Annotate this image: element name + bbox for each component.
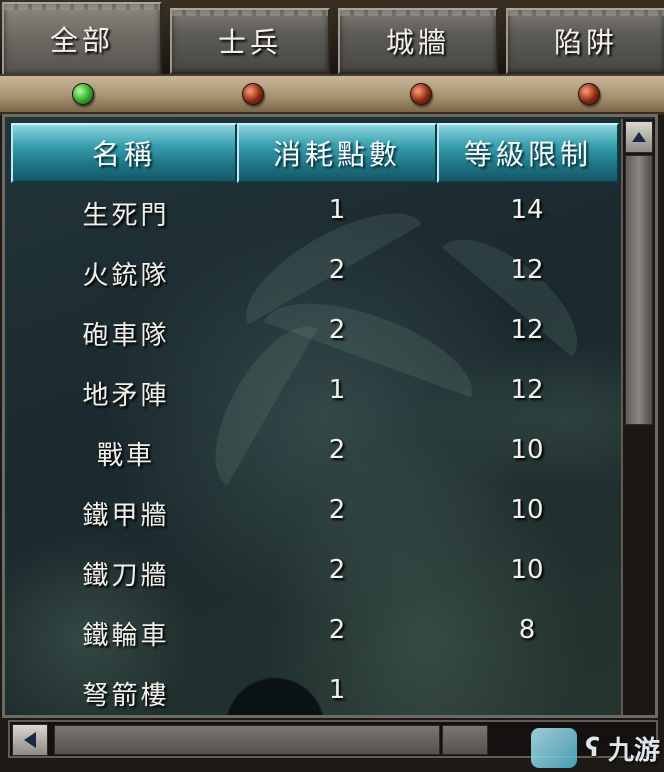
- unit-cost: 1: [328, 675, 346, 705]
- unit-list: 生死門 1 14 火銃隊 2 12 砲車隊 2 12 地矛陣 1 12 戰車 2…: [5, 183, 617, 723]
- indicator-light-traps: [578, 83, 600, 105]
- unit-name: 地矛陣: [82, 381, 170, 411]
- tab-bar: 全部 士兵 城牆 陷阱: [0, 0, 664, 76]
- table-row[interactable]: 砲車隊 2 12: [5, 303, 617, 363]
- scroll-up-button[interactable]: [625, 121, 653, 153]
- unit-cost: 2: [328, 495, 346, 525]
- tab-walls[interactable]: 城牆: [338, 8, 498, 74]
- scroll-left-button[interactable]: [12, 724, 48, 756]
- tab-soldiers[interactable]: 士兵: [170, 8, 330, 74]
- vertical-scrollbar[interactable]: [621, 119, 655, 715]
- watermark-badge-icon: [531, 728, 578, 768]
- column-header-name[interactable]: 名稱: [11, 123, 237, 183]
- indicator-light-walls: [410, 83, 432, 105]
- tab-indicator-strip: [0, 74, 664, 115]
- unit-level: 10: [510, 435, 544, 465]
- table-row[interactable]: 戰車 2 10: [5, 423, 617, 483]
- table-row[interactable]: 生死門 1 14: [5, 183, 617, 243]
- watermark: ʕ 九游: [480, 726, 660, 770]
- arrow-up-icon: [632, 132, 646, 142]
- unit-name: 鐵甲牆: [82, 501, 170, 531]
- indicator-light-soldiers: [242, 83, 264, 105]
- unit-cost: 2: [328, 315, 346, 345]
- unit-name: 鐵刀牆: [82, 561, 170, 591]
- unit-name: 生死門: [82, 201, 170, 231]
- tab-all[interactable]: 全部: [2, 2, 162, 76]
- arrow-left-icon: [24, 732, 36, 748]
- unit-level: 10: [510, 495, 544, 525]
- unit-cost: 2: [328, 555, 346, 585]
- unit-name: 鐵輪車: [82, 621, 170, 651]
- unit-level: 8: [518, 615, 536, 645]
- unit-name: 戰車: [96, 441, 155, 471]
- table-row[interactable]: 地矛陣 1 12: [5, 363, 617, 423]
- tab-traps[interactable]: 陷阱: [506, 8, 664, 74]
- column-header-level[interactable]: 等級限制: [437, 123, 619, 183]
- unit-list-panel: 名稱 消耗點數 等級限制 生死門 1 14 火銃隊 2 12 砲車隊 2 12 …: [2, 114, 658, 718]
- table-row[interactable]: 鐵刀牆 2 10: [5, 543, 617, 603]
- unit-level: 12: [510, 375, 544, 405]
- unit-name: 火銃隊: [82, 261, 170, 291]
- unit-level: 14: [510, 195, 544, 225]
- unit-cost: 2: [328, 255, 346, 285]
- watermark-logo-icon: ʕ: [585, 733, 600, 763]
- unit-cost: 1: [328, 195, 346, 225]
- unit-name: 砲車隊: [82, 321, 170, 351]
- watermark-text: 九游: [607, 735, 660, 766]
- indicator-light-all: [72, 83, 94, 105]
- unit-level: 12: [510, 315, 544, 345]
- vertical-scroll-thumb[interactable]: [625, 155, 653, 425]
- column-header-cost[interactable]: 消耗點數: [237, 123, 437, 183]
- unit-cost: 2: [328, 615, 346, 645]
- table-row[interactable]: 火銃隊 2 12: [5, 243, 617, 303]
- horizontal-scroll-thumb[interactable]: [54, 725, 440, 755]
- unit-level: 12: [510, 255, 544, 285]
- unit-cost: 2: [328, 435, 346, 465]
- table-row[interactable]: 弩箭樓 1: [5, 663, 617, 723]
- unit-level: 10: [510, 555, 544, 585]
- table-row[interactable]: 鐵輪車 2 8: [5, 603, 617, 663]
- unit-name: 弩箭樓: [82, 681, 170, 711]
- table-row[interactable]: 鐵甲牆 2 10: [5, 483, 617, 543]
- unit-cost: 1: [328, 375, 346, 405]
